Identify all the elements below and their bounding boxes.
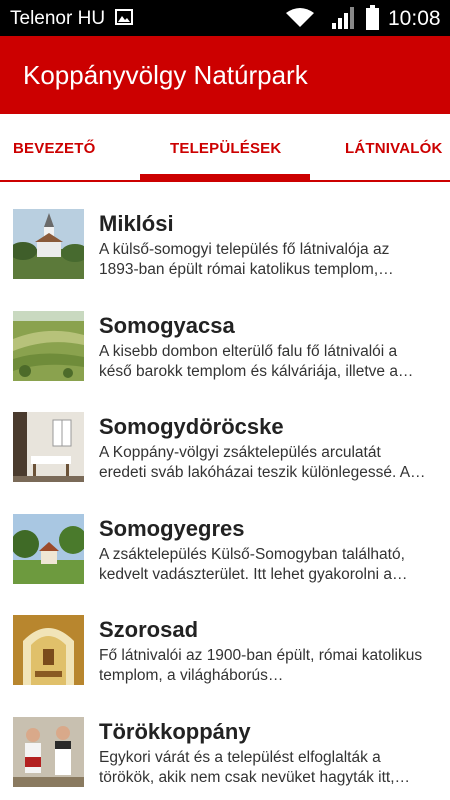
tab-bar: BEVEZETŐ TELEPÜLÉSEK LÁTNIVALÓK <box>0 114 450 182</box>
tab-latnivalok[interactable]: LÁTNIVALÓK <box>345 140 443 157</box>
clock: 10:08 <box>388 7 441 30</box>
item-title: Miklósi <box>99 211 174 236</box>
settlement-list: Miklósi A külső-somogyi település fő lát… <box>0 184 450 793</box>
item-title: Somogyegres <box>99 515 245 541</box>
item-description: A Koppány-völgyi zsáktelepülés arculatát… <box>99 444 426 481</box>
list-item[interactable]: Szorosad Fő látnivalói az 1900-ban épült… <box>0 590 450 692</box>
status-bar: Telenor HU 10:08 <box>0 0 450 36</box>
interior-thumbnail <box>13 412 84 482</box>
app-bar: Koppányvölgy Natúrpark <box>0 36 450 114</box>
tab-telepulesek[interactable]: TELEPÜLÉSEK <box>170 140 281 157</box>
item-title: Somogyacsa <box>99 312 235 338</box>
selected-tab-indicator <box>140 174 310 181</box>
landscape-thumbnail <box>13 310 84 381</box>
item-description: Fő látnivalói az 1900-ban épült, római k… <box>99 647 423 684</box>
church-thumbnail <box>13 209 84 279</box>
item-description: Egykori várát és a települést elfoglaltá… <box>99 748 410 786</box>
app-title: Koppányvölgy Natúrpark <box>23 60 308 90</box>
folk-costume-thumbnail <box>13 716 84 787</box>
tab-bevezeto[interactable]: BEVEZETŐ <box>13 140 95 157</box>
item-title: Törökkoppány <box>99 718 251 744</box>
item-description: A külső-somogyi település fő látnivalója… <box>99 241 390 278</box>
gallery-icon <box>115 9 133 25</box>
list-item[interactable]: Somogydöröcske A Koppány-völgyi zsáktele… <box>0 387 450 489</box>
item-title: Szorosad <box>99 617 199 642</box>
item-description: A zsáktelepülés Külső-Somogyban találhat… <box>99 545 408 583</box>
list-item[interactable]: Somogyacsa A kisebb dombon elterülő falu… <box>0 286 450 388</box>
item-title: Somogydöröcske <box>99 414 284 439</box>
wifi-icon <box>286 8 314 28</box>
item-description: A kisebb dombon elterülő falu fő látniva… <box>99 342 414 380</box>
carrier-name: Telenor HU <box>10 8 106 29</box>
altar-thumbnail <box>13 615 84 685</box>
list-item[interactable]: Somogyegres A zsáktelepülés Külső-Somogy… <box>0 489 450 591</box>
signal-icon <box>332 7 356 29</box>
battery-icon <box>366 5 379 30</box>
list-item[interactable]: Miklósi A külső-somogyi település fő lát… <box>0 184 450 286</box>
list-item[interactable]: Törökkoppány Egykori várát és a települé… <box>0 692 450 794</box>
village-thumbnail <box>13 513 84 584</box>
